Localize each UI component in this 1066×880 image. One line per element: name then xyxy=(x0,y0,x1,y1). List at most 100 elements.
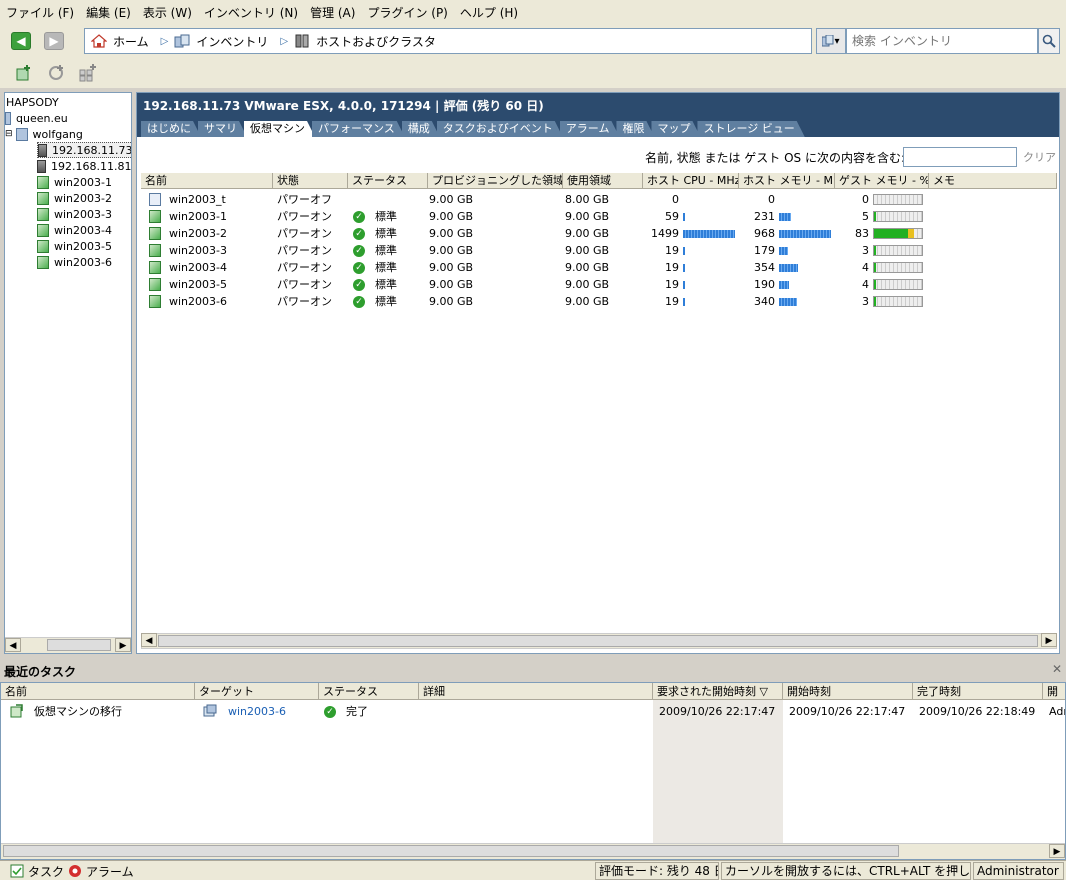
task-column-header[interactable]: ターゲット xyxy=(195,683,319,700)
vm-column-header[interactable]: 状態 xyxy=(273,173,348,189)
table-row[interactable]: win2003_t パワーオフ 9.00 GB 8.00 GB 0 0 0 xyxy=(141,191,1057,208)
scroll-right-icon[interactable]: ▶ xyxy=(1041,633,1057,647)
tab-virtual-machines[interactable]: 仮想マシン xyxy=(244,121,315,137)
vm-column-header[interactable]: 使用領域 xyxy=(563,173,643,189)
vm-name: win2003-2 xyxy=(169,227,227,240)
table-row[interactable]: win2003-3 パワーオン ✓ 標準 9.00 GB 9.00 GB 19 179 3 xyxy=(141,242,1057,259)
tasks-button[interactable]: タスク xyxy=(10,862,64,880)
vm-host-memory: 190 xyxy=(754,278,775,291)
filter-label[interactable]: 名前, 状態 または ゲスト OS に次の内容を含む: ▾ xyxy=(645,149,915,166)
add-cluster-icon[interactable] xyxy=(79,64,97,82)
tree-vm-6[interactable]: win2003-6 xyxy=(37,254,112,270)
tab-storage-views[interactable]: ストレージ ビュー xyxy=(697,121,804,137)
scroll-left-icon[interactable]: ◀ xyxy=(141,633,157,647)
tab-alarms[interactable]: アラーム xyxy=(560,121,620,137)
vm-status xyxy=(375,191,425,208)
menu-item-4[interactable]: 管理 (A) xyxy=(310,4,355,21)
task-column-header[interactable]: 詳細 xyxy=(419,683,653,700)
tasks-button-label: タスク xyxy=(28,864,65,879)
vm-status: 標準 xyxy=(375,278,397,291)
vm-column-header[interactable]: ホスト CPU - MHz xyxy=(643,173,739,189)
tree-host-1[interactable]: 192.168.11.73 xyxy=(37,142,131,158)
tree-vm-4[interactable]: win2003-4 xyxy=(37,222,112,238)
tree-vm-5[interactable]: win2003-5 xyxy=(37,238,112,254)
table-row[interactable]: win2003-1 パワーオン ✓ 標準 9.00 GB 9.00 GB 59 231 5 xyxy=(141,208,1057,225)
scroll-thumb[interactable] xyxy=(3,845,899,857)
menu-item-1[interactable]: 編集 (E) xyxy=(86,4,131,21)
tree-host-2[interactable]: 192.168.11.81 xyxy=(37,158,131,174)
tree-datacenter[interactable]: ⊟ wolfgang xyxy=(5,126,83,142)
search-scope-dropdown[interactable]: ▾ xyxy=(816,28,846,54)
menu-item-2[interactable]: 表示 (W) xyxy=(143,4,192,21)
tab-tasks-events[interactable]: タスクおよびイベント xyxy=(437,121,563,137)
tasks-horizontal-scrollbar[interactable]: ▶ xyxy=(1,843,1065,859)
vm-column-header[interactable]: ゲスト メモリ - % xyxy=(835,173,929,189)
vm-column-header[interactable]: ステータス xyxy=(348,173,428,189)
tab-summary[interactable]: サマリ xyxy=(198,121,247,137)
task-column-header[interactable]: 開 xyxy=(1043,683,1065,700)
new-vm-icon[interactable] xyxy=(14,64,32,82)
tree-vm-1[interactable]: win2003-1 xyxy=(37,174,112,190)
menu-item-0[interactable]: ファイル (F) xyxy=(6,4,74,21)
scroll-left-icon[interactable]: ◀ xyxy=(5,638,21,652)
table-row[interactable]: win2003-2 パワーオン ✓ 標準 9.00 GB 9.00 GB 1499 968 83 xyxy=(141,225,1057,242)
breadcrumb-home[interactable]: ホーム xyxy=(91,33,149,50)
chevron-right-icon: ▷ xyxy=(280,35,289,47)
task-column-header[interactable]: 要求された開始時刻 ▽ xyxy=(653,683,783,700)
vm-name: win2003-4 xyxy=(169,261,227,274)
scroll-thumb[interactable] xyxy=(158,635,1038,647)
table-row[interactable]: win2003-5 パワーオン ✓ 標準 9.00 GB 9.00 GB 19 190 4 xyxy=(141,276,1057,293)
vm-column-header[interactable]: メモ xyxy=(929,173,1057,189)
tree-vm-3[interactable]: win2003-3 xyxy=(37,206,112,222)
tab-configuration[interactable]: 構成 xyxy=(402,121,440,137)
vm-column-header[interactable]: ホスト メモリ - MB xyxy=(739,173,835,189)
forward-button[interactable]: ▶ xyxy=(44,32,64,50)
task-target[interactable]: win2003-6 xyxy=(228,703,286,720)
vm-used: 9.00 GB xyxy=(565,295,610,308)
task-column-header[interactable]: ステータス xyxy=(319,683,419,700)
tree-root[interactable]: HAPSODY xyxy=(6,94,59,110)
main-horizontal-scrollbar[interactable]: ◀ ▶ xyxy=(141,633,1057,649)
collapse-icon[interactable]: ⊟ xyxy=(5,129,13,139)
tab-maps[interactable]: マップ xyxy=(651,121,700,137)
tree-horizontal-scrollbar[interactable]: ◀ ▶ xyxy=(5,637,131,653)
scroll-thumb[interactable] xyxy=(47,639,111,651)
tree-vm-2[interactable]: win2003-2 xyxy=(37,190,112,206)
search-button[interactable] xyxy=(1038,28,1060,54)
cpu-usage-bar xyxy=(683,247,735,255)
vm-provisioned: 9.00 GB xyxy=(429,295,474,308)
task-column-header[interactable]: 名前 xyxy=(1,683,195,700)
filter-input[interactable] xyxy=(903,147,1017,167)
task-column-header[interactable]: 完了時刻 xyxy=(913,683,1043,700)
alarms-button[interactable]: アラーム xyxy=(68,862,134,880)
breadcrumb-hosts-clusters[interactable]: ホストおよびクラスタ xyxy=(294,33,436,50)
tree-host-2-label: 192.168.11.81 xyxy=(51,159,132,173)
tree-vm-3-label: win2003-3 xyxy=(54,207,112,221)
tab-performance[interactable]: パフォーマンス xyxy=(312,121,405,137)
table-row[interactable]: win2003-6 パワーオン ✓ 標準 9.00 GB 9.00 GB 19 340 3 xyxy=(141,293,1057,310)
menu-item-6[interactable]: ヘルプ (H) xyxy=(460,4,518,21)
tab-permissions[interactable]: 権限 xyxy=(616,121,654,137)
refresh-icon[interactable] xyxy=(47,64,65,82)
back-button[interactable]: ◀ xyxy=(11,32,31,50)
vm-column-header[interactable]: 名前 xyxy=(141,173,273,189)
scroll-right-icon[interactable]: ▶ xyxy=(115,638,131,652)
search-input[interactable] xyxy=(846,28,1038,54)
task-column-header[interactable]: 開始時刻 xyxy=(783,683,913,700)
close-icon[interactable]: ✕ xyxy=(1052,662,1062,676)
vm-provisioned: 9.00 GB xyxy=(429,244,474,257)
tab-getting-started[interactable]: はじめに xyxy=(141,121,201,137)
menu-item-5[interactable]: プラグイン (P) xyxy=(367,4,447,21)
table-row[interactable]: win2003-4 パワーオン ✓ 標準 9.00 GB 9.00 GB 19 354 4 xyxy=(141,259,1057,276)
vm-column-header[interactable]: プロビジョニングした領域 xyxy=(428,173,563,189)
vm-provisioned: 9.00 GB xyxy=(429,193,474,206)
breadcrumb-inventory[interactable]: インベントリ xyxy=(174,33,268,50)
vm-guest-memory: 3 xyxy=(862,295,869,308)
guest-memory-bar xyxy=(873,296,923,307)
tree-vcenter[interactable]: queen.eu xyxy=(5,110,68,126)
filter-clear-link[interactable]: クリア xyxy=(1023,149,1056,165)
menu-item-3[interactable]: インベントリ (N) xyxy=(204,4,298,21)
breadcrumb-inventory-label: インベントリ xyxy=(196,34,269,49)
scroll-right-icon[interactable]: ▶ xyxy=(1049,844,1065,858)
vm-powered-on-icon xyxy=(149,278,161,291)
